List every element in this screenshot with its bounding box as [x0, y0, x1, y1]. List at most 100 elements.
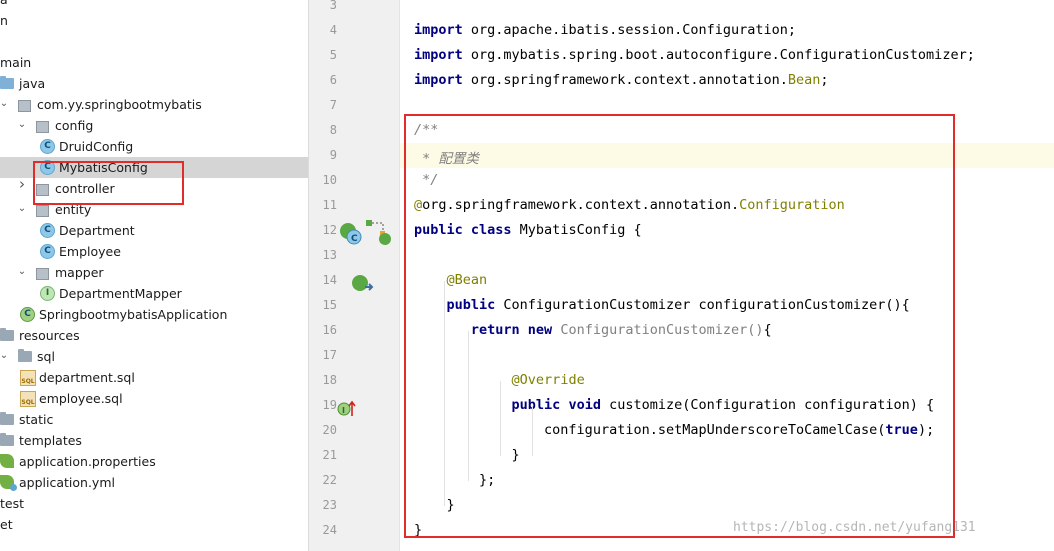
line-number: 12	[322, 223, 337, 237]
tree-item-label: static	[19, 412, 54, 427]
selected-file-highlight-box	[33, 161, 184, 205]
spring-bean-method-icon[interactable]	[351, 274, 375, 298]
tree-item-label: templates	[19, 433, 82, 448]
svg-text:I: I	[342, 406, 345, 415]
tree-item-label: SpringbootmybatisApplication	[39, 307, 228, 322]
tree-item[interactable]: SQL department.sql	[0, 367, 308, 388]
tree-item-label: et	[0, 517, 13, 532]
line-number: 4	[329, 23, 337, 37]
line-number: 19	[322, 398, 337, 412]
expand-arrow-icon[interactable]: ⌄	[17, 120, 27, 130]
folder-icon	[0, 328, 14, 341]
line-number: 23	[322, 498, 337, 512]
package-icon	[36, 268, 49, 280]
svg-text:C: C	[351, 234, 358, 244]
tree-item-label: employee.sql	[39, 391, 123, 406]
implements-method-icon[interactable]: I	[337, 400, 357, 422]
tree-item[interactable]: et	[0, 514, 308, 535]
spring-boot-app-icon: C	[20, 307, 35, 322]
sql-file-icon: SQL	[20, 370, 36, 386]
line-number: 6	[329, 73, 337, 87]
tree-item[interactable]: C Employee	[0, 241, 308, 262]
folder-icon	[0, 433, 14, 446]
tree-item-label: com.yy.springbootmybatis	[37, 97, 202, 112]
line-number: 11	[322, 198, 337, 212]
code-token: import	[414, 72, 463, 88]
tree-item-label: resources	[19, 328, 80, 343]
spring-bean-class-icon[interactable]: C	[339, 222, 363, 250]
tree-item[interactable]: test	[0, 493, 308, 514]
expand-arrow-icon[interactable]: ⌄	[17, 204, 27, 214]
tree-item-label: application.yml	[19, 475, 115, 490]
tree-item[interactable]: templates	[0, 430, 308, 451]
tree-item[interactable]: ⌄ sql	[0, 346, 308, 367]
line-number: 22	[322, 473, 337, 487]
spring-config-icon[interactable]	[365, 219, 391, 249]
tree-item[interactable]: resources	[0, 325, 308, 346]
tree-item[interactable]: C DruidConfig	[0, 136, 308, 157]
code-line[interactable]: import org.mybatis.spring.boot.autoconfi…	[414, 47, 975, 63]
collapse-arrow-icon[interactable]: ›	[17, 177, 27, 192]
expand-arrow-icon[interactable]: ⌄	[17, 267, 27, 277]
sql-file-icon: SQL	[20, 391, 36, 407]
tree-item-label: Department	[59, 223, 135, 238]
tree-item-label: DruidConfig	[59, 139, 134, 154]
tree-item[interactable]: SQL employee.sql	[0, 388, 308, 409]
folder-icon	[0, 412, 14, 425]
project-tree: an main java ⌄ com.yy.springbootmybatis ⌄ conf…	[0, 0, 309, 551]
code-highlight-box	[404, 114, 955, 538]
tree-item[interactable]: application.yml	[0, 472, 308, 493]
tree-item[interactable]: java	[0, 73, 308, 94]
tree-item[interactable]: ⌄ config	[0, 115, 308, 136]
class-icon: C	[40, 223, 55, 238]
line-number: 8	[329, 123, 337, 137]
code-token: org.apache.ibatis.session.Configuration;	[462, 22, 797, 38]
spring-yml-file-icon	[0, 475, 17, 491]
class-icon: C	[40, 139, 55, 154]
class-icon: C	[40, 244, 55, 259]
line-number: 20	[322, 423, 337, 437]
tree-item-label: config	[55, 118, 94, 133]
line-number: 21	[322, 448, 337, 462]
tree-item[interactable]: n	[0, 10, 308, 31]
interface-icon: I	[40, 286, 55, 301]
line-number: 3	[329, 0, 337, 12]
tree-item[interactable]: I DepartmentMapper	[0, 283, 308, 304]
tree-item-label: DepartmentMapper	[59, 286, 182, 301]
line-number: 10	[322, 173, 337, 187]
tree-item[interactable]	[0, 31, 308, 52]
code-token: import	[414, 47, 463, 63]
tree-item[interactable]: main	[0, 52, 308, 73]
code-line[interactable]: import org.apache.ibatis.session.Configu…	[414, 22, 796, 38]
tree-item[interactable]: a	[0, 0, 308, 10]
tree-item[interactable]: application.properties	[0, 451, 308, 472]
spring-config-file-icon	[0, 454, 14, 468]
line-number: 18	[322, 373, 337, 387]
package-icon	[18, 100, 31, 112]
tree-item[interactable]: C SpringbootmybatisApplication	[0, 304, 308, 325]
line-number: 15	[322, 298, 337, 312]
tree-item[interactable]: static	[0, 409, 308, 430]
tree-item-label: a	[0, 0, 8, 7]
tree-item-label: application.properties	[19, 454, 156, 469]
tree-item-label: department.sql	[39, 370, 135, 385]
code-token: Bean	[787, 72, 821, 88]
tree-item[interactable]: ⌄ mapper	[0, 262, 308, 283]
line-number: 9	[329, 148, 337, 162]
expand-arrow-icon[interactable]: ⌄	[0, 351, 9, 361]
code-line[interactable]: import org.springframework.context.annot…	[414, 72, 829, 88]
tree-item[interactable]: C Department	[0, 220, 308, 241]
tree-item-label: java	[19, 76, 46, 91]
expand-arrow-icon[interactable]: ⌄	[0, 99, 9, 109]
line-number: 13	[322, 248, 337, 262]
source-folder-icon	[0, 76, 14, 89]
tree-item-label: mapper	[55, 265, 104, 280]
tree-item-label: main	[0, 55, 32, 70]
code-token: import	[414, 22, 463, 38]
package-icon	[36, 205, 49, 217]
line-number: 24	[322, 523, 337, 537]
tree-item-label: Employee	[59, 244, 121, 259]
code-token: org.mybatis.spring.boot.autoconfigure.Co…	[462, 47, 975, 63]
tree-item[interactable]: ⌄ com.yy.springbootmybatis	[0, 94, 308, 115]
tree-item-label: sql	[37, 349, 55, 364]
